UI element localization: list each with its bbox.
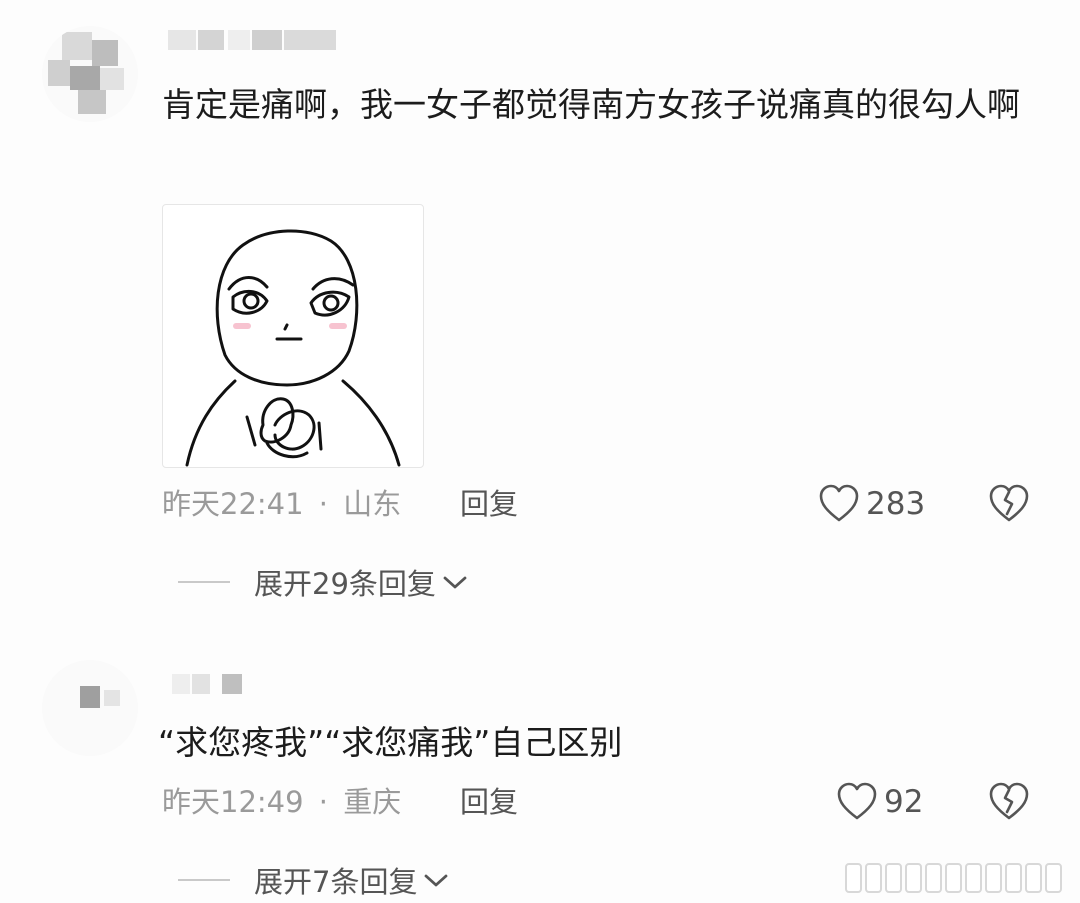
like-count: 92 <box>884 784 924 820</box>
comment-text: “求您疼我”“求您痛我”自己区别 <box>158 723 623 762</box>
meta-separator: · <box>318 785 329 819</box>
comment-time: 昨天12:49 <box>162 785 304 819</box>
expand-replies-label: 展开7条回复 <box>254 865 418 899</box>
broken-heart-icon <box>988 484 1032 524</box>
comment-meta: 昨天22:41 · 山东 <box>162 484 401 524</box>
expand-replies-button[interactable]: 展开29条回复 <box>178 562 468 602</box>
meme-face-icon <box>185 229 401 467</box>
broken-heart-icon <box>988 782 1032 822</box>
chevron-down-icon <box>423 863 449 897</box>
reply-button[interactable]: 回复 <box>460 484 518 524</box>
comment-time: 昨天22:41 <box>162 487 304 521</box>
meta-separator: · <box>318 487 329 521</box>
chevron-down-icon <box>442 565 468 599</box>
avatar[interactable] <box>42 660 138 756</box>
like-button[interactable]: 92 <box>836 780 923 824</box>
comment-location: 山东 <box>343 487 402 521</box>
sticker-image[interactable] <box>162 204 424 468</box>
reply-button[interactable]: 回复 <box>460 782 518 822</box>
username[interactable] <box>172 674 242 694</box>
comment-meta: 昨天12:49 · 重庆 <box>162 782 401 822</box>
divider-line <box>178 879 230 881</box>
dislike-button[interactable] <box>988 782 1032 826</box>
heart-outline-icon <box>818 484 860 524</box>
heart-outline-icon <box>836 782 878 822</box>
like-count: 283 <box>866 486 926 522</box>
expand-replies-button[interactable]: 展开7条回复 <box>178 860 449 900</box>
comment-text: 肯定是痛啊，我一女子都觉得南方女孩子说痛真的很勾人啊 <box>162 85 1020 124</box>
expand-replies-label: 展开29条回复 <box>254 567 436 601</box>
dislike-button[interactable] <box>988 484 1032 528</box>
watermark <box>845 863 1062 893</box>
divider-line <box>178 581 230 583</box>
like-button[interactable]: 283 <box>818 482 925 526</box>
comment-location: 重庆 <box>343 785 402 819</box>
username[interactable] <box>168 30 338 50</box>
avatar[interactable] <box>42 26 138 122</box>
